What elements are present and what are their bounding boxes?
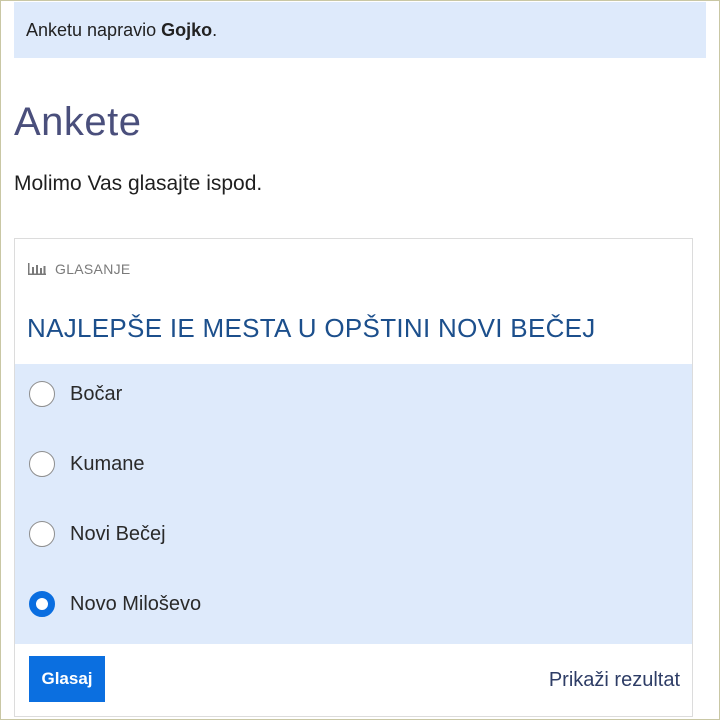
- radio-button[interactable]: [29, 521, 55, 547]
- show-results-link[interactable]: Prikaži rezultat: [549, 669, 680, 692]
- poll-header-label: GLASANJE: [55, 261, 131, 277]
- notice-prefix: Anketu napravio: [26, 19, 162, 40]
- poll-header: GLASANJE: [27, 261, 131, 277]
- notice-suffix: .: [212, 19, 218, 40]
- page-title: Ankete: [14, 100, 142, 144]
- radio-button[interactable]: [29, 381, 55, 407]
- poll-option-label: Kumane: [70, 452, 145, 475]
- poll-question: NAJLEPŠE IE MESTA U OPŠTINI NOVI BEČEJ: [27, 313, 596, 343]
- radio-button[interactable]: [29, 451, 55, 477]
- author-notice: Anketu napravio Gojko.: [14, 2, 706, 58]
- radio-button-selected[interactable]: [29, 591, 55, 617]
- poll-option-label: Novo Miloševo: [70, 592, 202, 615]
- poll-options: Bočar Kumane Novi Bečej Novo Miloševo: [15, 364, 692, 644]
- vote-button[interactable]: Glasaj: [29, 656, 105, 702]
- page-subtitle: Molimo Vas glasajte ispod.: [14, 172, 263, 195]
- author-notice-text: Anketu napravio Gojko.: [14, 20, 217, 41]
- poll-option-label: Novi Bečej: [70, 522, 166, 545]
- poll-author: Gojko: [161, 19, 213, 40]
- poll-card: GLASANJE NAJLEPŠE IE MESTA U OPŠTINI NOV…: [14, 238, 693, 717]
- poll-option-bocar[interactable]: Bočar: [15, 364, 692, 424]
- bar-chart-icon: [27, 262, 47, 276]
- poll-option-novi-becej[interactable]: Novi Bečej: [15, 504, 692, 564]
- poll-option-label: Bočar: [70, 382, 123, 405]
- poll-option-kumane[interactable]: Kumane: [15, 434, 692, 494]
- poll-option-novo-milosevo[interactable]: Novo Miloševo: [15, 574, 692, 634]
